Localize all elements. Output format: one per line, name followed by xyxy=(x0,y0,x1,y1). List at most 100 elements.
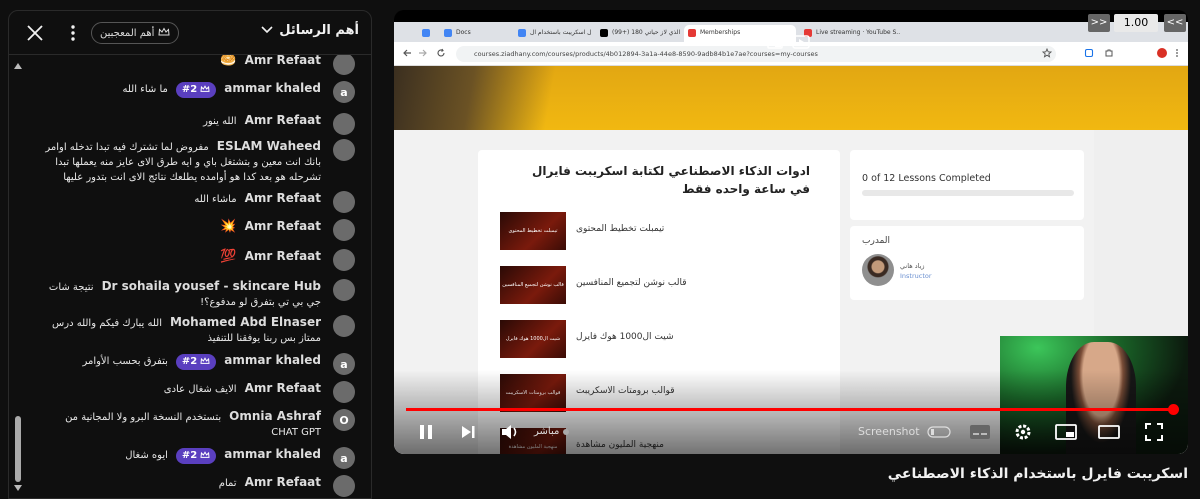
author-name[interactable]: Mohamed Abd Elnaser xyxy=(170,315,321,329)
scroll-thumb[interactable] xyxy=(15,416,21,482)
chat-message[interactable]: a ammar khaled #2 ما شاء الله xyxy=(37,81,355,103)
author-avatar[interactable]: a xyxy=(333,447,355,469)
chat-message[interactable]: Mohamed Abd Elnaserالله يبارك فيكم والله… xyxy=(37,315,355,346)
author-avatar[interactable]: O xyxy=(333,409,355,431)
message-emoji: 💯 xyxy=(220,249,237,264)
author-avatar[interactable]: a xyxy=(333,81,355,103)
profile-icon xyxy=(1157,48,1167,58)
crown-icon xyxy=(197,356,210,367)
message-text: الايف شغال عادى xyxy=(163,384,237,395)
message-body: ESLAM Waheedمفروض لما تشترك فيه تبدا تدخ… xyxy=(37,139,321,185)
next-button[interactable] xyxy=(456,420,480,444)
chat-header: أهم المعجبين أهم الرسائل xyxy=(9,11,371,55)
chat-message[interactable]: Dr sohaila yousef - skincare Hubنتيجة شا… xyxy=(37,279,355,310)
top-fans-chip[interactable]: أهم المعجبين xyxy=(91,22,180,44)
lesson-title: قالب نوشن لتجميع المنافسين xyxy=(576,278,687,288)
author-name[interactable]: ammar khaled xyxy=(224,353,321,367)
fullscreen-button[interactable] xyxy=(1142,420,1166,444)
author-name[interactable]: Dr sohaila yousef - skincare Hub xyxy=(102,279,321,293)
lesson-item: تيمبلت تخطيط المحتوى تيمبلت تخطيط المحتوى xyxy=(500,212,700,250)
browser-tab: Docs xyxy=(440,25,510,42)
address-bar: courses.ziadhany.com/courses/products/4b… xyxy=(456,46,1056,62)
author-avatar[interactable] xyxy=(333,381,355,403)
author-avatar[interactable] xyxy=(333,55,355,75)
author-avatar[interactable] xyxy=(333,279,355,301)
instructor-role: Instructor xyxy=(900,272,932,280)
chat-message[interactable]: a ammar khaled #2 ايوه شغال xyxy=(37,447,355,469)
author-avatar[interactable] xyxy=(333,475,355,497)
tab-favicon-icon xyxy=(600,29,608,37)
speed-down-button[interactable]: >> xyxy=(1088,14,1110,32)
chat-message[interactable]: Amr Refaat 💯 xyxy=(37,249,355,271)
author-avatar[interactable] xyxy=(333,315,355,337)
author-avatar[interactable] xyxy=(333,249,355,271)
close-chat-button[interactable] xyxy=(23,21,47,45)
author-avatar[interactable] xyxy=(333,113,355,135)
message-text: ايوه شغال xyxy=(125,450,168,461)
settings-button[interactable] xyxy=(1011,420,1035,444)
tab-label: فايرال اسكريبت باستخدام ال... xyxy=(530,29,592,36)
video-player[interactable]: Docs فايرال اسكريبت باستخدام ال... (99+) ا… xyxy=(394,10,1188,454)
chat-message[interactable]: Amr Refaat 🥯 xyxy=(37,55,355,75)
chat-mode-selector[interactable]: أهم الرسائل xyxy=(261,23,359,38)
author-avatar[interactable] xyxy=(333,191,355,213)
author-name[interactable]: Amr Refaat xyxy=(245,219,321,233)
author-avatar[interactable] xyxy=(333,219,355,241)
pause-button[interactable] xyxy=(414,420,438,444)
video-title: اسكريبت فايرل باستخدام الذكاء الاصطناعي xyxy=(887,466,1188,482)
author-name[interactable]: ESLAM Waheed xyxy=(217,139,321,153)
author-avatar[interactable]: a xyxy=(333,353,355,375)
miniplayer-button[interactable] xyxy=(1054,420,1078,444)
author-name[interactable]: Amr Refaat xyxy=(245,113,321,127)
theater-mode-button[interactable] xyxy=(1097,420,1121,444)
chat-message[interactable]: Amr Refaat 💥 xyxy=(37,219,355,241)
crown-icon xyxy=(158,26,170,40)
message-body: Amr Refaat الله ينور xyxy=(37,113,321,129)
message-text: تمام xyxy=(218,478,237,489)
live-indicator[interactable]: مباشر xyxy=(534,426,570,437)
more-options-button[interactable] xyxy=(65,21,81,45)
scroll-down-icon[interactable] xyxy=(12,483,24,493)
screenshot-label: Screenshot xyxy=(858,425,920,438)
subtitles-button[interactable] xyxy=(968,420,992,444)
subtitles-icon xyxy=(970,425,990,439)
message-body: Mohamed Abd Elnaserالله يبارك فيكم والله… xyxy=(37,315,321,346)
browser-tab: (99+) اكبر الذي لاز حياتي 180 ... xyxy=(596,25,680,42)
chat-message-list[interactable]: Amr Refaat 🥯 a ammar khaled #2 ما شاء الله Amr… xyxy=(9,55,371,498)
scroll-up-icon[interactable] xyxy=(12,61,24,71)
toggle-switch-icon xyxy=(927,426,951,438)
volume-button[interactable] xyxy=(498,420,522,444)
author-name[interactable]: Amr Refaat xyxy=(245,191,321,205)
speed-up-button[interactable]: << xyxy=(1164,14,1186,32)
chat-message[interactable]: a ammar khaled #2 بتفرق بحسب الأوامر xyxy=(37,353,355,375)
chat-message[interactable]: ESLAM Waheedمفروض لما تشترك فيه تبدا تدخ… xyxy=(37,139,355,185)
message-body: Amr Refaat 💥 xyxy=(37,219,321,235)
chat-message[interactable]: Amr Refaat ماشاء الله xyxy=(37,191,355,213)
watch-later-icon[interactable] xyxy=(792,34,812,52)
message-body: Amr Refaat تمام xyxy=(37,475,321,491)
author-name[interactable]: Amr Refaat xyxy=(245,475,321,489)
author-name[interactable]: Amr Refaat xyxy=(245,381,321,395)
lesson-title: شيت ال1000 هوك فايرل xyxy=(576,332,674,342)
settings-gear-icon xyxy=(1015,424,1031,440)
chat-message[interactable]: Amr Refaat الله ينور xyxy=(37,113,355,135)
author-name[interactable]: Amr Refaat xyxy=(245,55,321,67)
author-avatar[interactable] xyxy=(333,139,355,161)
chat-message[interactable]: O Omnia Ashrafبتستخدم النسخة البرو ولا ال… xyxy=(37,409,355,440)
author-name[interactable]: Amr Refaat xyxy=(245,249,321,263)
message-emoji: 🥯 xyxy=(220,55,237,68)
live-dot-icon xyxy=(563,428,570,435)
bookmark-star-icon xyxy=(1042,48,1052,58)
seek-bar[interactable] xyxy=(406,404,1180,415)
chat-title: أهم الرسائل xyxy=(279,23,359,38)
avatar-initial: a xyxy=(340,85,348,99)
chat-message[interactable]: Amr Refaat الايف شغال عادى xyxy=(37,381,355,403)
screenshot-toggle[interactable]: Screenshot xyxy=(858,425,951,438)
message-body: Amr Refaat ماشاء الله xyxy=(37,191,321,207)
chat-message[interactable]: Amr Refaat تمام xyxy=(37,475,355,497)
author-name[interactable]: Omnia Ashraf xyxy=(229,409,321,423)
author-name[interactable]: ammar khaled xyxy=(224,447,321,461)
chat-scrollbar[interactable] xyxy=(11,61,25,491)
author-name[interactable]: ammar khaled xyxy=(224,81,321,95)
miniplayer-icon[interactable] xyxy=(766,34,784,52)
